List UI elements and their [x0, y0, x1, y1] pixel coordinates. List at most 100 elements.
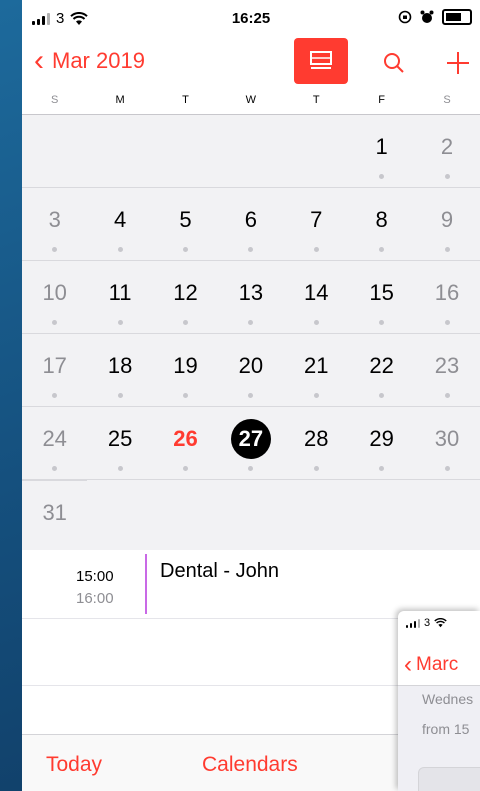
day-cell[interactable]: 6 — [218, 188, 283, 260]
event-indicator-dot — [313, 466, 319, 471]
weekday-label: T — [312, 94, 320, 106]
day-number: 9 — [440, 207, 454, 232]
event-indicator-dot — [52, 247, 58, 252]
day-cell[interactable]: 14 — [284, 261, 349, 333]
day-cell[interactable]: 16 — [414, 261, 479, 333]
rotation-lock-icon — [398, 10, 412, 24]
day-number: 29 — [369, 426, 394, 451]
weekday-label: M — [115, 94, 125, 106]
preview-back-label: Marc — [416, 654, 459, 675]
plus-icon — [447, 52, 469, 74]
event-indicator-dot — [313, 247, 319, 252]
status-icons — [398, 9, 472, 25]
list-view-icon — [310, 51, 332, 69]
day-number: 20 — [238, 353, 264, 378]
navigation-bar: ‹ Mar 2019 — [22, 38, 480, 86]
list-view-toggle[interactable] — [294, 38, 348, 84]
day-cell[interactable]: 29 — [349, 407, 414, 479]
day-number: 1 — [375, 134, 388, 159]
empty-day-cell — [22, 115, 87, 187]
day-number: 17 — [42, 353, 67, 378]
day-cell[interactable]: 2 — [414, 115, 479, 187]
day-cell[interactable]: 9 — [414, 188, 479, 260]
event-indicator-dot — [182, 466, 188, 471]
day-number: 10 — [42, 280, 67, 305]
week-row: 24 25 26 27 28 29 30 — [22, 407, 480, 480]
week-row: 31 — [22, 480, 480, 550]
weekday-label: S — [51, 94, 59, 106]
day-cell[interactable]: 19 — [153, 334, 218, 406]
day-number: 24 — [42, 426, 67, 451]
event-indicator-dot — [117, 466, 123, 471]
day-cell[interactable]: 10 — [22, 261, 87, 333]
day-cell[interactable]: 26 — [153, 407, 218, 479]
day-cell[interactable]: 23 — [414, 334, 479, 406]
empty-day-cell — [218, 115, 283, 187]
preview-status-bar: 3 — [406, 617, 447, 629]
day-number: 21 — [304, 353, 329, 378]
event-indicator-dot — [444, 174, 450, 179]
day-cell[interactable]: 7 — [284, 188, 349, 260]
day-cell[interactable]: 20 — [218, 334, 283, 406]
weekday-label: W — [245, 94, 257, 106]
week-row: 3 4 5 6 7 8 9 — [22, 188, 480, 261]
day-cell[interactable]: 27 — [218, 407, 283, 479]
day-cell[interactable]: 31 — [22, 480, 88, 550]
search-button[interactable] — [368, 40, 420, 86]
month-grid: 1 2 3 4 5 6 7 8 9 10 11 12 13 14 15 16 17 18 19 20 21 22 23 24 2… — [22, 115, 480, 550]
event-indicator-dot — [444, 466, 450, 471]
day-cell[interactable]: 30 — [414, 407, 479, 479]
empty-day-cell — [87, 480, 152, 550]
event-indicator-dot — [117, 320, 123, 325]
weekday-label: S — [443, 94, 451, 106]
day-cell[interactable]: 21 — [284, 334, 349, 406]
day-cell[interactable]: 3 — [22, 188, 87, 260]
day-number: 18 — [107, 353, 133, 378]
event-row[interactable]: 15:00 16:00 Dental - John — [22, 550, 480, 619]
today-button[interactable]: Today — [46, 753, 102, 777]
day-cell[interactable]: 17 — [22, 334, 87, 406]
event-indicator-dot — [248, 320, 254, 325]
back-to-month-button[interactable]: ‹ Mar 2019 — [34, 46, 145, 76]
day-cell[interactable]: 13 — [218, 261, 283, 333]
event-indicator-dot — [248, 393, 254, 398]
event-calendar-color-bar — [145, 554, 147, 614]
day-number: 11 — [108, 280, 132, 305]
event-indicator-dot — [182, 247, 188, 252]
event-indicator-dot — [182, 393, 188, 398]
weekday-header: S M T W T F S — [22, 86, 480, 115]
day-cell[interactable]: 1 — [349, 115, 414, 187]
screenshot-preview-thumbnail[interactable]: 3 ‹ Marc Wednes from 15 — [398, 611, 480, 791]
day-cell[interactable]: 4 — [87, 188, 152, 260]
empty-day-cell — [284, 115, 349, 187]
event-indicator-dot — [313, 320, 319, 325]
event-indicator-dot — [444, 247, 450, 252]
calendars-button[interactable]: Calendars — [202, 753, 298, 777]
day-cell[interactable]: 8 — [349, 188, 414, 260]
event-indicator-dot — [444, 393, 450, 398]
day-number: 8 — [375, 207, 388, 232]
event-indicator-dot — [117, 393, 123, 398]
day-cell[interactable]: 12 — [153, 261, 218, 333]
day-cell[interactable]: 25 — [87, 407, 152, 479]
day-number: 28 — [304, 426, 329, 451]
day-number: 31 — [42, 500, 67, 525]
search-icon — [384, 53, 404, 73]
preview-date-line: Wednes — [422, 691, 474, 707]
day-cell[interactable]: 11 — [87, 261, 152, 333]
day-number: 27 — [230, 419, 271, 459]
event-start-time: 15:00 — [76, 568, 114, 585]
day-number: 30 — [434, 426, 460, 451]
day-cell[interactable]: 22 — [349, 334, 414, 406]
day-cell[interactable]: 28 — [284, 407, 349, 479]
day-number: 15 — [369, 280, 394, 305]
day-cell[interactable]: 5 — [153, 188, 218, 260]
add-event-button[interactable] — [432, 40, 480, 86]
day-number: 25 — [107, 426, 133, 451]
day-cell[interactable]: 24 — [22, 407, 87, 479]
weekday-label: T — [182, 94, 189, 106]
day-number: 12 — [173, 280, 198, 305]
day-cell[interactable]: 15 — [349, 261, 414, 333]
wifi-icon — [434, 618, 447, 628]
day-cell[interactable]: 18 — [87, 334, 152, 406]
